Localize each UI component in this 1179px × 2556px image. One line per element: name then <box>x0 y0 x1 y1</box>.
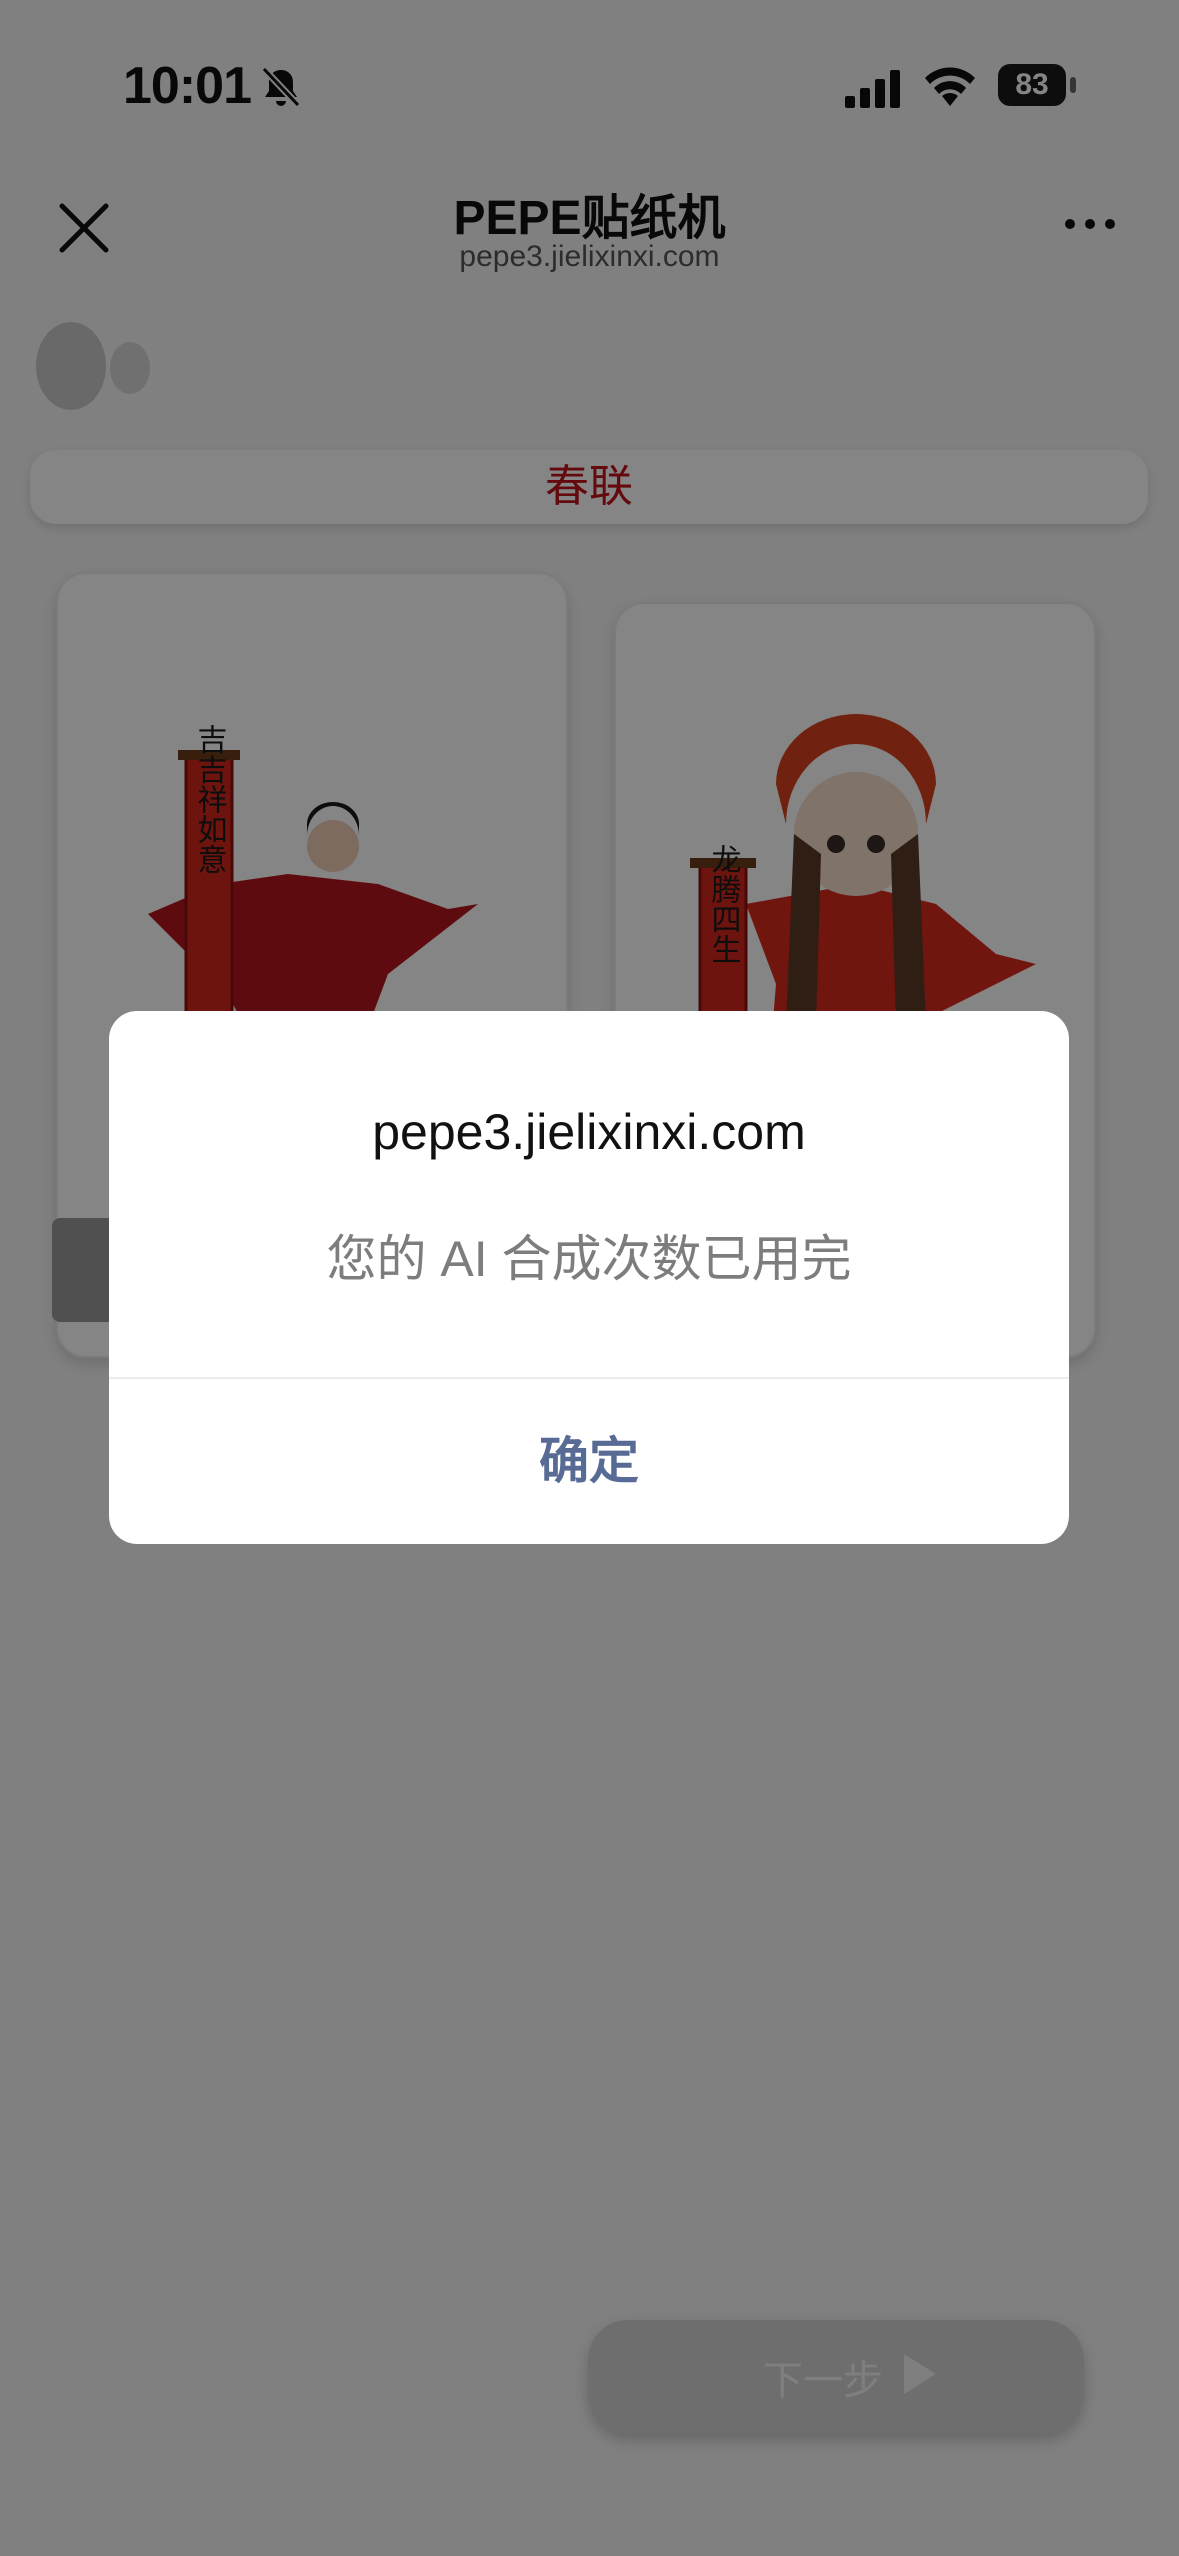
dialog-message: 您的 AI 合成次数已用完 <box>326 1231 852 1287</box>
confirm-button[interactable]: 确定 <box>109 1379 1069 1544</box>
dialog-title: pepe3.jielixinxi.com <box>372 1104 806 1160</box>
alert-dialog: pepe3.jielixinxi.com 您的 AI 合成次数已用完 确定 <box>109 1011 1069 1544</box>
